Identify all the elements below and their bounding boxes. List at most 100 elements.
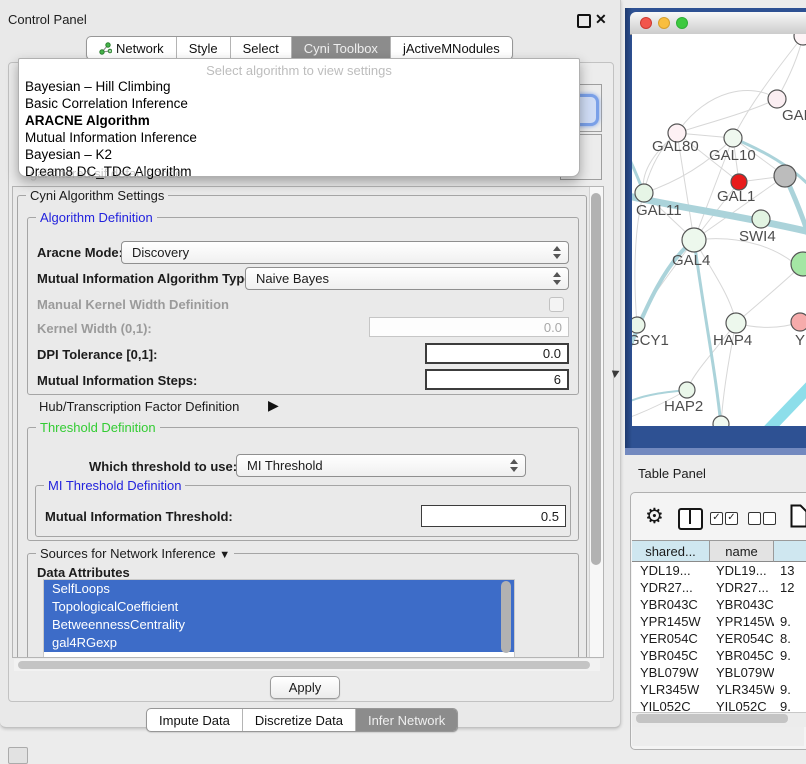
table-header-row: shared... name [632, 540, 806, 562]
table-row[interactable]: YPR145WYPR145W9. [632, 613, 806, 630]
table-row[interactable]: YDL19...YDL19...13 [632, 562, 806, 579]
list-item[interactable]: gal4RGexp [44, 634, 514, 652]
float-window-icon[interactable] [577, 14, 591, 28]
background-combo-text: gal-filtered.sif default node [30, 166, 182, 181]
settings-scrollbar-thumb[interactable] [591, 193, 601, 565]
network-window-bottom-edge [625, 448, 806, 455]
dpi-tolerance-label: DPI Tolerance [0,1]: [37, 347, 157, 362]
zoom-traffic-light[interactable] [676, 17, 688, 29]
node-gal4[interactable] [682, 228, 706, 252]
tab-style[interactable]: Style [177, 37, 231, 59]
settings-scroll-panel: Cyni Algorithm Settings Algorithm Defini… [12, 186, 604, 658]
mi-type-combo[interactable]: Naive Bayes [245, 267, 569, 290]
aracne-mode-label: Aracne Mode: [37, 245, 123, 260]
tab-network[interactable]: Network [87, 37, 177, 59]
which-threshold-combo[interactable]: MI Threshold [236, 454, 526, 477]
mi-type-label: Mutual Information Algorithm Type: [37, 271, 256, 286]
column-header-shared-name[interactable]: shared... [632, 540, 710, 562]
node-gray[interactable] [774, 165, 796, 187]
mi-threshold-label: Mutual Information Threshold: [45, 509, 233, 524]
dropdown-item[interactable]: Mutual Information Inference [19, 129, 579, 146]
manual-kernel-checkbox[interactable] [549, 297, 564, 312]
kernel-width-field[interactable]: 0.0 [369, 317, 569, 337]
table-row[interactable]: YIL052CYIL052C9. [632, 698, 806, 712]
group-title: Algorithm Definition [36, 210, 157, 225]
kernel-width-label: Kernel Width (0,1): [37, 321, 152, 336]
group-title: Sources for Network Inference ▼ [36, 546, 234, 561]
table-hscroll-thumb[interactable] [636, 714, 788, 723]
spinner-arrows-icon [553, 246, 561, 259]
deselect-all-icon[interactable] [748, 512, 761, 525]
svg-text:GAL4: GAL4 [672, 252, 710, 269]
node-hap4[interactable] [726, 313, 746, 333]
group-title: Cyni Algorithm Settings [26, 188, 168, 203]
node-gcy1[interactable] [632, 317, 645, 333]
column-header-cut[interactable] [774, 540, 806, 562]
file-icon[interactable] [790, 504, 806, 528]
list-scrollbar[interactable] [501, 581, 511, 653]
dropdown-item[interactable]: Bayesian – K2 [19, 146, 579, 163]
mi-steps-field[interactable]: 6 [425, 369, 569, 390]
table-row[interactable]: YBL079WYBL079W [632, 664, 806, 681]
network-canvas[interactable]: GAL GAL80 GAL10 GAL1 GAL11 SWI4 GAL4 GCY… [632, 34, 806, 426]
column-header-name[interactable]: name [710, 540, 774, 562]
network-nodes [632, 34, 806, 426]
table-row[interactable]: YDR27...YDR27...12 [632, 579, 806, 596]
svg-text:HAP2: HAP2 [664, 398, 703, 415]
network-icon [99, 42, 112, 55]
dpi-tolerance-field[interactable]: 0.0 [425, 343, 569, 364]
node[interactable] [713, 416, 729, 426]
aracne-mode-combo[interactable]: Discovery [121, 241, 569, 264]
tab-jactivemnodules[interactable]: jActiveMNodules [391, 37, 512, 59]
table-rows: YDL19...YDL19...13 YDR27...YDR27...12 YB… [632, 562, 806, 712]
control-panel-titlebar [0, 0, 620, 24]
expanded-arrow-icon[interactable]: ▼ [219, 549, 230, 561]
list-item[interactable]: SelfLoops [44, 580, 514, 598]
table-row[interactable]: YBR043CYBR043C [632, 596, 806, 613]
close-traffic-light[interactable] [640, 17, 652, 29]
node-gal-pink[interactable] [768, 90, 786, 108]
deselect-all-icon[interactable] [763, 512, 776, 525]
svg-text:GAL10: GAL10 [709, 147, 756, 164]
table-row[interactable]: YER054CYER054C8. [632, 630, 806, 647]
network-window-titlebar[interactable] [630, 12, 806, 35]
table-row[interactable]: YBR045CYBR045C9. [632, 647, 806, 664]
table-row[interactable]: YLR345WYLR345W9. [632, 681, 806, 698]
node-pink[interactable] [791, 313, 806, 331]
dropdown-item[interactable]: Basic Correlation Inference [19, 95, 579, 112]
tab-select[interactable]: Select [231, 37, 292, 59]
node-gal10[interactable] [724, 129, 742, 147]
minimize-traffic-light[interactable] [658, 17, 670, 29]
close-icon[interactable]: ✕ [595, 11, 607, 28]
node-hap2[interactable] [679, 382, 695, 398]
apply-button[interactable]: Apply [270, 676, 340, 699]
tab-cyni-toolbox[interactable]: Cyni Toolbox [292, 37, 391, 59]
manual-kernel-label: Manual Kernel Width Definition [37, 297, 229, 312]
settings-hscroll-thumb[interactable] [18, 661, 590, 669]
list-item[interactable]: TopologicalCoefficient [44, 598, 514, 616]
mi-threshold-field[interactable]: 0.5 [421, 505, 566, 527]
panel-stub-button[interactable] [8, 747, 28, 764]
node-labels: GAL GAL80 GAL10 GAL1 GAL11 SWI4 GAL4 GCY… [632, 107, 806, 415]
svg-text:GAL1: GAL1 [717, 188, 755, 205]
dropdown-item[interactable]: Bayesian – Hill Climbing [19, 78, 579, 95]
node-gal11[interactable] [635, 184, 653, 202]
node-swi4[interactable] [752, 210, 770, 228]
tab-infer-network[interactable]: Infer Network [356, 709, 457, 731]
spinner-arrows-icon [553, 272, 561, 285]
network-graph: GAL GAL80 GAL10 GAL1 GAL11 SWI4 GAL4 GCY… [632, 34, 806, 426]
select-all-check-icon[interactable]: ✓ [725, 512, 738, 525]
control-panel-tabbar: Network Style Select Cyni Toolbox jActiv… [86, 36, 513, 60]
node[interactable] [794, 34, 806, 45]
svg-text:GAL11: GAL11 [636, 202, 682, 219]
tab-discretize-data[interactable]: Discretize Data [243, 709, 356, 731]
columns-icon[interactable] [678, 508, 703, 530]
dropdown-item-selected[interactable]: ARACNE Algorithm [19, 112, 579, 129]
mi-steps-label: Mutual Information Steps: [37, 373, 197, 388]
gear-icon[interactable]: ⚙ [645, 504, 664, 529]
tab-impute-data[interactable]: Impute Data [147, 709, 243, 731]
control-panel-title: Control Panel [8, 12, 87, 27]
list-item[interactable]: BetweennessCentrality [44, 616, 514, 634]
select-all-check-icon[interactable]: ✓ [710, 512, 723, 525]
collapsed-arrow-icon[interactable]: ▶ [268, 397, 279, 414]
